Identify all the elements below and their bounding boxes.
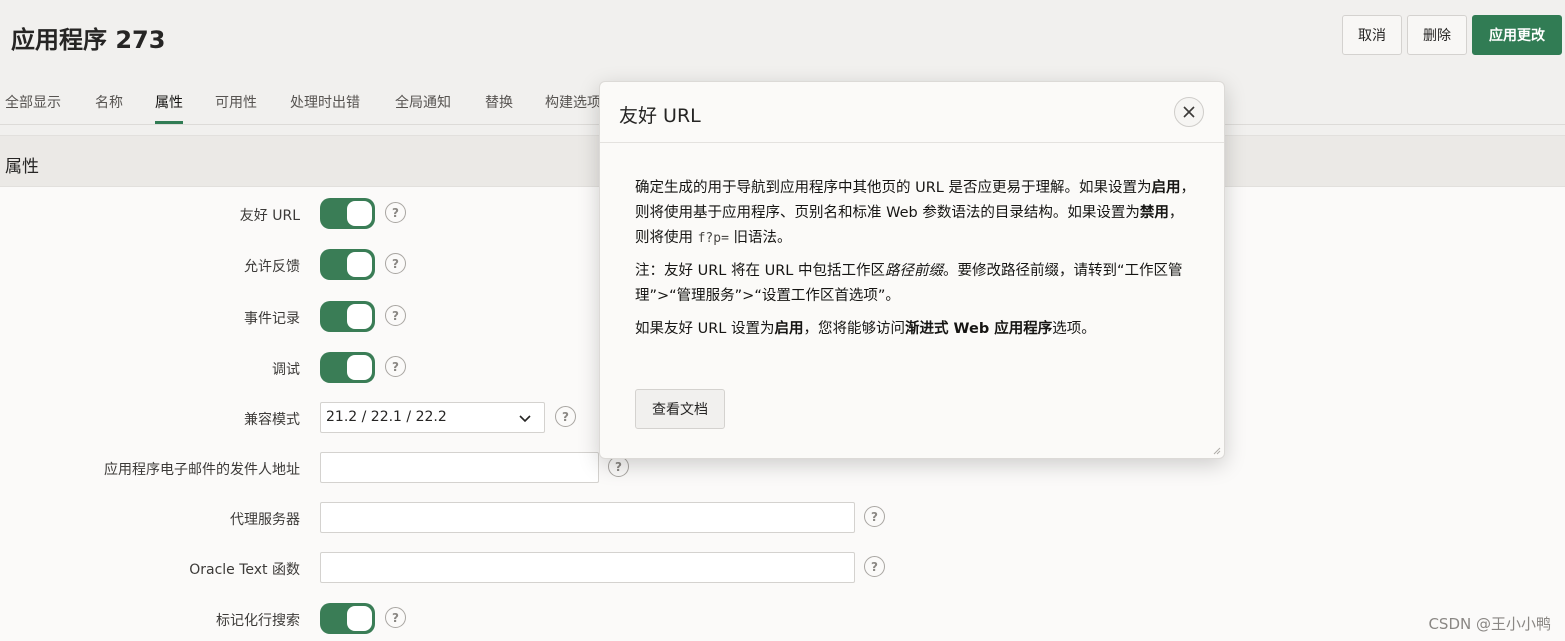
field-label: 允许反馈 [244,259,300,275]
field-label: 标记化行搜索 [216,613,300,629]
apply-changes-button[interactable]: 应用更改 [1472,15,1562,55]
email-from-input[interactable] [320,452,599,483]
tab-properties[interactable]: 属性 [155,92,183,124]
help-icon[interactable]: ? [385,202,406,223]
region-title: 属性 [5,157,39,177]
debugging-toggle[interactable] [320,352,375,383]
allow-feedback-toggle[interactable] [320,249,375,280]
friendly-url-toggle[interactable] [320,198,375,229]
view-documentation-button[interactable]: 查看文档 [635,389,725,429]
dialog-body: 确定生成的用于导航到应用程序中其他页的 URL 是否应更易于理解。如果设置为启用… [635,176,1195,350]
delete-button[interactable]: 删除 [1407,15,1467,55]
close-icon [1183,106,1195,118]
oracle-text-input[interactable] [320,552,855,583]
chevron-down-icon [519,415,531,423]
tab-availability[interactable]: 可用性 [215,92,257,124]
help-paragraph: 确定生成的用于导航到应用程序中其他页的 URL 是否应更易于理解。如果设置为启用… [635,180,1195,246]
compat-mode-select[interactable]: 21.2 / 22.1 / 22.2 [320,402,545,433]
tab-build-options[interactable]: 构建选项 [545,92,601,124]
dialog-header: 友好 URL [600,82,1224,143]
field-label: 友好 URL [239,208,300,224]
cancel-button[interactable]: 取消 [1342,15,1402,55]
help-paragraph: 如果友好 URL 设置为启用，您将能够访问渐进式 Web 应用程序选项。 [635,321,1096,337]
close-button[interactable] [1174,97,1204,127]
help-icon[interactable]: ? [385,607,406,628]
logging-toggle[interactable] [320,301,375,332]
field-tokenized-search: 标记化行搜索 ? [0,603,1000,635]
field-label: 代理服务器 [230,512,300,528]
tab-name[interactable]: 名称 [95,92,123,124]
watermark: CSDN @王小小鸭 [1428,615,1551,633]
field-label: 兼容模式 [244,412,300,428]
help-icon[interactable]: ? [864,506,885,527]
proxy-server-input[interactable] [320,502,855,533]
tab-error-handling[interactable]: 处理时出错 [290,92,360,124]
help-icon[interactable]: ? [608,456,629,477]
help-icon[interactable]: ? [864,556,885,577]
help-note: 注：友好 URL 将在 URL 中包括工作区路径前缀。要修改路径前缀，请转到“工… [635,263,1183,304]
field-label: 调试 [272,362,300,378]
field-oracle-text: Oracle Text 函数 ? [0,552,1000,584]
help-icon[interactable]: ? [555,406,576,427]
code-snippet: f?p= [697,231,729,246]
help-icon[interactable]: ? [385,356,406,377]
select-value: 21.2 / 22.1 / 22.2 [326,409,447,425]
tokenized-search-toggle[interactable] [320,603,375,634]
help-icon[interactable]: ? [385,253,406,274]
tab-global-notification[interactable]: 全局通知 [395,92,451,124]
field-proxy-server: 代理服务器 ? [0,502,1000,534]
help-icon[interactable]: ? [385,305,406,326]
dialog-title: 友好 URL [619,105,701,127]
field-label: 事件记录 [244,311,300,327]
help-dialog: 友好 URL 确定生成的用于导航到应用程序中其他页的 URL 是否应更易于理解。… [599,81,1225,459]
resize-handle-icon[interactable] [1211,445,1221,455]
page-title: 应用程序 273 [11,26,166,54]
field-label: Oracle Text 函数 [189,562,300,578]
field-label: 应用程序电子邮件的发件人地址 [104,462,300,478]
tab-show-all[interactable]: 全部显示 [5,92,61,124]
tab-substitutions[interactable]: 替换 [485,92,513,124]
